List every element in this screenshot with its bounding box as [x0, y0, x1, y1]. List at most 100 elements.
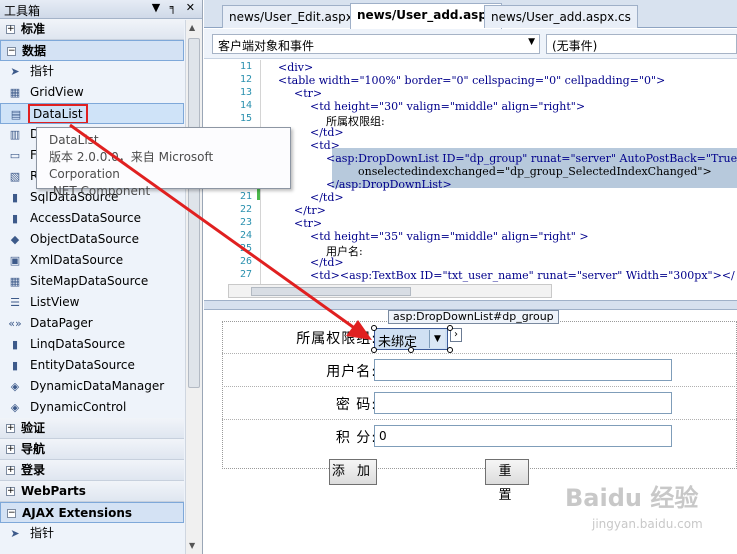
accessdatasource-icon: ▮: [11, 212, 19, 225]
toolbox-item-label: AccessDataSource: [30, 211, 141, 225]
scroll-down-icon[interactable]: ▼: [189, 541, 195, 550]
listview-icon: ☰: [10, 296, 20, 309]
toolbox-category[interactable]: + 验证: [0, 418, 184, 439]
resize-handle[interactable]: [408, 347, 414, 353]
objectdatasource-icon: ◆: [10, 233, 20, 246]
code-line: <td><asp:TextBox ID="txt_user_name" runa…: [310, 269, 735, 282]
code-line: <tr>: [294, 87, 323, 100]
username-field[interactable]: [374, 359, 672, 381]
category-label: 验证: [21, 421, 46, 435]
toolbox-item-label: GridView: [30, 85, 84, 99]
toolbox-item[interactable]: ➤ 指针: [0, 61, 184, 82]
chevron-down-icon: ▼: [528, 37, 535, 47]
form-row-points: 积 分: 0: [222, 420, 737, 453]
expand-icon[interactable]: +: [6, 445, 15, 454]
line-number: 26: [239, 256, 252, 267]
code-line: </td>: [310, 126, 344, 139]
expand-icon[interactable]: +: [6, 424, 15, 433]
username-label: 用户名:: [326, 364, 377, 380]
toolbox-item[interactable]: ▮ LinqDataSource: [0, 334, 184, 355]
toolbox-category[interactable]: + 登录: [0, 460, 184, 481]
resize-handle[interactable]: [371, 347, 377, 353]
toolbox-item-label: 指针: [30, 526, 55, 540]
toolbox-category[interactable]: + WebParts: [0, 481, 184, 502]
toolbox-item[interactable]: ◈ DynamicControl: [0, 397, 184, 418]
line-number: 25: [239, 243, 252, 254]
toolbox-scroll-thumb[interactable]: [188, 38, 200, 388]
client-objects-dropdown[interactable]: 客户端对象和事件 ▼: [212, 34, 540, 54]
client-objects-value: 客户端对象和事件: [218, 39, 315, 53]
toolbox-category[interactable]: − AJAX Extensions: [0, 502, 184, 523]
code-horizontal-scrollbar[interactable]: [228, 284, 552, 298]
gridview-icon: ▦: [9, 86, 21, 99]
toolbox-item-label: DataPager: [30, 316, 93, 330]
collapse-icon[interactable]: −: [7, 47, 16, 56]
line-number: 14: [239, 100, 252, 111]
toolbox-item[interactable]: ▮ AccessDataSource: [0, 208, 184, 229]
add-button[interactable]: 添 加: [329, 459, 377, 485]
line-number: 23: [239, 217, 252, 228]
form-row-password: 密 码:: [222, 387, 737, 420]
editor-pane: news/User_Edit.aspx news/User_add.aspx n…: [204, 0, 737, 554]
points-field[interactable]: 0: [374, 425, 672, 447]
detailsview-icon: ▥: [9, 128, 21, 141]
toolbox-category[interactable]: − 数据: [0, 40, 184, 61]
sitemapdatasource-icon: ▦: [9, 275, 21, 288]
toolbox-item-label: XmlDataSource: [30, 253, 124, 267]
toolbox-item[interactable]: ☰ ListView: [0, 292, 184, 313]
reset-button[interactable]: 重 置: [485, 459, 529, 503]
toolbox-panel: 工具箱 ▼ ╕ ✕ + 标准 − 数据 ➤ 指针 ▦ GridView ▤ DataList ▥ D ▭…: [0, 0, 203, 554]
toolbox-item-label: SiteMapDataSource: [30, 274, 149, 288]
pointer-icon: ➤: [10, 65, 20, 78]
form-row-username: 用户名:: [222, 354, 737, 387]
events-dropdown[interactable]: (无事件): [546, 34, 737, 54]
toolbox-item-label: LinqDataSource: [30, 337, 126, 351]
toolbox-item[interactable]: ▣ XmlDataSource: [0, 250, 184, 271]
resize-handle[interactable]: [447, 325, 453, 331]
toolbox-item[interactable]: ◈ DynamicDataManager: [0, 376, 184, 397]
toolbox-item[interactable]: ▤ DataList: [0, 103, 184, 124]
toolbox-category[interactable]: + 导航: [0, 439, 184, 460]
code-line: <td height="30" valign="middle" align="r…: [310, 100, 586, 113]
tab-user-add-aspx[interactable]: news/User_add.aspx: [350, 3, 502, 29]
category-label: 导航: [21, 442, 46, 456]
resize-handle[interactable]: [447, 347, 453, 353]
tab-user-add-aspx-cs[interactable]: news/User_add.aspx.cs: [484, 5, 638, 28]
scroll-up-icon[interactable]: ▲: [189, 23, 195, 32]
code-line: <td>: [310, 139, 340, 152]
code-line: </tr>: [294, 204, 326, 217]
dropdown-caption: asp:DropDownList#dp_group: [388, 310, 559, 324]
document-tabs: news/User_Edit.aspx news/User_add.aspx n…: [204, 0, 737, 29]
toolbox-item-label: EntityDataSource: [30, 358, 135, 372]
expand-icon[interactable]: +: [6, 466, 15, 475]
toolbox-scrollbar[interactable]: ▲ ▼: [185, 20, 202, 554]
tooltip-type: .NET Component: [49, 184, 151, 198]
toolbox-category[interactable]: + 标准: [0, 19, 184, 40]
view-splitter[interactable]: [204, 300, 737, 310]
code-scroll-thumb[interactable]: [251, 287, 411, 296]
toolbox-item[interactable]: ▦ GridView: [0, 82, 184, 103]
toolbox-item[interactable]: «» DataPager: [0, 313, 184, 334]
password-label: 密 码:: [335, 397, 377, 413]
events-value: (无事件): [552, 39, 598, 53]
toolbox-item[interactable]: ▦ SiteMapDataSource: [0, 271, 184, 292]
panel-pin-icons[interactable]: ▼ ╕ ✕: [152, 1, 198, 14]
toolbox-title-bar: 工具箱 ▼ ╕ ✕: [0, 0, 202, 19]
tab-user-edit-aspx[interactable]: news/User_Edit.aspx: [222, 5, 360, 28]
toolbox-item[interactable]: ➤ 指针: [0, 523, 184, 544]
collapse-icon[interactable]: −: [7, 509, 16, 518]
line-number: 27: [239, 269, 252, 280]
line-number: 15: [239, 113, 252, 124]
datalist-tooltip: DataList 版本 2.0.0.0，来自 Microsoft Corpora…: [36, 127, 291, 198]
navigation-bar: 客户端对象和事件 ▼ (无事件): [204, 29, 737, 59]
expand-icon[interactable]: +: [6, 487, 15, 496]
password-field[interactable]: [374, 392, 672, 414]
expand-icon[interactable]: +: [6, 25, 15, 34]
toolbox-item[interactable]: ◆ ObjectDataSource: [0, 229, 184, 250]
code-line: </td>: [310, 256, 344, 269]
toolbox-item[interactable]: ▮ EntityDataSource: [0, 355, 184, 376]
resize-handle[interactable]: [371, 325, 377, 331]
tooltip-title: DataList: [49, 133, 99, 147]
dynamiccontrol-icon: ◈: [10, 401, 20, 414]
line-number: 24: [239, 230, 252, 241]
